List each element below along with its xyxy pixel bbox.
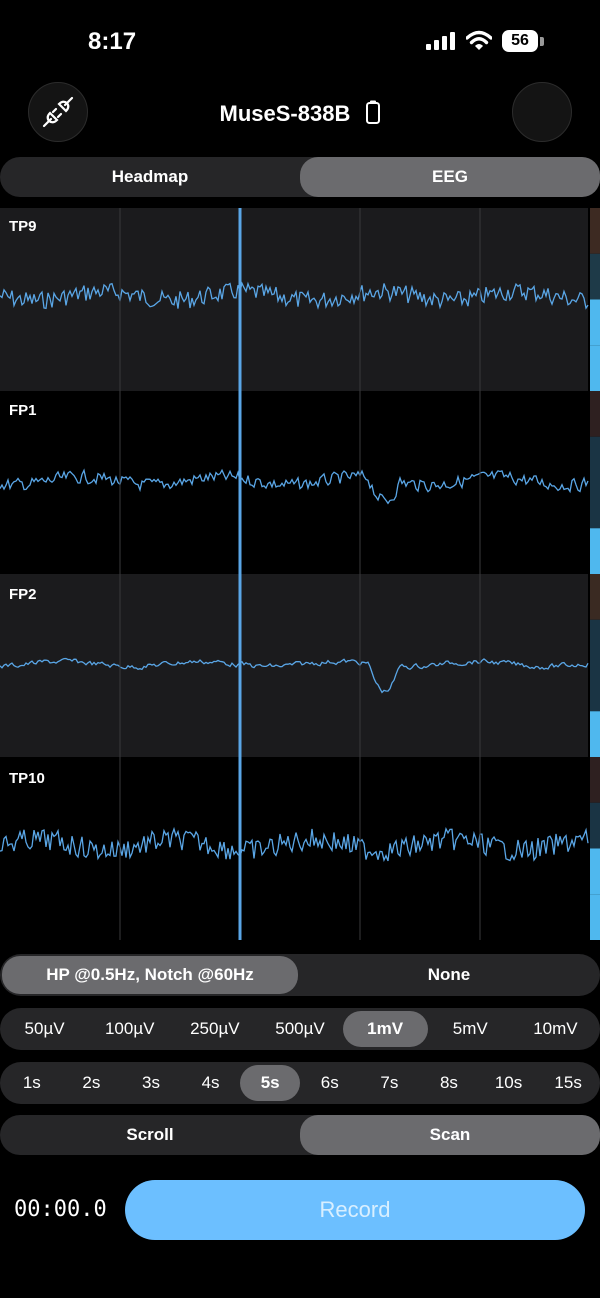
- signal-quality-segment: [590, 436, 600, 483]
- signal-icon: [426, 32, 455, 50]
- record-button[interactable]: Record: [125, 1180, 585, 1240]
- time-8s[interactable]: 8s: [419, 1062, 479, 1104]
- battery-level: 56: [511, 32, 529, 49]
- signal-quality-segment: [590, 345, 600, 391]
- scale-50uv[interactable]: 50µV: [2, 1008, 87, 1050]
- time-selector: 1s 2s 3s 4s 5s 6s 7s 8s 10s 15s: [0, 1062, 600, 1104]
- signal-quality-segment: [590, 619, 600, 666]
- scale-100uv[interactable]: 100µV: [87, 1008, 172, 1050]
- signal-quality-segment: [590, 802, 600, 849]
- tab-headmap[interactable]: Headmap: [0, 157, 300, 197]
- clock: 8:17: [88, 28, 137, 55]
- channel-label-tp9: TP9: [9, 218, 37, 235]
- signal-quality-segment: [590, 848, 600, 895]
- eeg-chart: TP9 FP1 FP2 TP10: [0, 208, 600, 940]
- record-row: 00:00.0 Record: [0, 1178, 600, 1242]
- filter-selector: HP @0.5Hz, Notch @60Hz None: [0, 954, 600, 996]
- mode-scroll[interactable]: Scroll: [0, 1115, 300, 1155]
- status-bar: 8:17 56: [0, 0, 600, 80]
- time-15s[interactable]: 15s: [538, 1062, 598, 1104]
- mode-selector: Scroll Scan: [0, 1115, 600, 1155]
- time-4s[interactable]: 4s: [181, 1062, 241, 1104]
- signal-quality-segment: [590, 894, 600, 940]
- header: MuseS-838B: [0, 80, 600, 144]
- signal-quality-segment: [590, 574, 600, 620]
- scale-selector: 50µV 100µV 250µV 500µV 1mV 5mV 10mV: [0, 1008, 600, 1050]
- signal-quality-segment: [590, 482, 600, 529]
- signal-quality-segment: [590, 528, 600, 574]
- battery-icon: 56: [502, 30, 546, 54]
- eeg-traces: [0, 208, 600, 940]
- signal-quality-segment: [590, 253, 600, 300]
- scale-5mv[interactable]: 5mV: [428, 1008, 513, 1050]
- device-battery-icon: [366, 100, 381, 124]
- device-title: MuseS-838B: [0, 100, 600, 127]
- filter-hp-notch[interactable]: HP @0.5Hz, Notch @60Hz: [2, 956, 298, 994]
- view-tabs: Headmap EEG: [0, 157, 600, 197]
- channel-label-tp10: TP10: [9, 770, 45, 787]
- time-2s[interactable]: 2s: [62, 1062, 122, 1104]
- signal-quality-segment: [590, 391, 600, 437]
- wifi-icon: [466, 30, 492, 50]
- avatar-button[interactable]: [512, 82, 572, 142]
- signal-quality-segment: [590, 299, 600, 346]
- filter-none[interactable]: None: [298, 954, 600, 996]
- time-6s[interactable]: 6s: [300, 1062, 360, 1104]
- time-5s[interactable]: 5s: [240, 1065, 300, 1101]
- record-timer: 00:00.0: [14, 1197, 107, 1222]
- scale-500uv[interactable]: 500µV: [257, 1008, 342, 1050]
- time-10s[interactable]: 10s: [479, 1062, 539, 1104]
- channel-band: [0, 574, 588, 757]
- channel-label-fp1: FP1: [9, 402, 37, 419]
- scale-10mv[interactable]: 10mV: [513, 1008, 598, 1050]
- signal-quality-segment: [590, 711, 600, 757]
- device-name: MuseS-838B: [219, 101, 351, 126]
- signal-quality-segment: [590, 757, 600, 803]
- signal-quality-segment: [590, 665, 600, 712]
- channel-band: [0, 208, 588, 391]
- signal-quality-segment: [590, 208, 600, 254]
- scale-1mv[interactable]: 1mV: [342, 1011, 428, 1047]
- scale-250uv[interactable]: 250µV: [172, 1008, 257, 1050]
- mode-scan[interactable]: Scan: [300, 1115, 600, 1155]
- time-3s[interactable]: 3s: [121, 1062, 181, 1104]
- tab-eeg[interactable]: EEG: [300, 157, 600, 197]
- channel-band: [0, 757, 588, 940]
- time-7s[interactable]: 7s: [360, 1062, 420, 1104]
- channel-label-fp2: FP2: [9, 586, 37, 603]
- time-1s[interactable]: 1s: [2, 1062, 62, 1104]
